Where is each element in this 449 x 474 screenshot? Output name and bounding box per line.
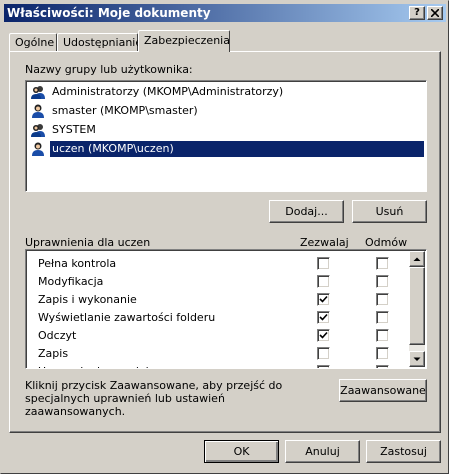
permission-name: Zapis <box>38 347 69 360</box>
tab-security[interactable]: Zabezpieczenia <box>138 30 230 52</box>
close-icon <box>430 8 440 18</box>
permissions-label: Uprawnienia dla uczen <box>25 236 151 249</box>
permission-row: Zapis i wykonanie <box>26 290 409 308</box>
deny-checkbox[interactable] <box>376 329 389 342</box>
permissions-scrollbar[interactable] <box>409 251 425 367</box>
permission-row: Odczyt <box>26 326 409 344</box>
arrow-up-icon <box>413 257 421 261</box>
window-title: Właściwości: Moje dokumenty <box>7 6 211 20</box>
permission-row: Pełna kontrola <box>26 254 409 272</box>
user-name: uczen (MKOMP\uczen) <box>50 141 424 157</box>
apply-button[interactable]: Zastosuj <box>366 440 441 463</box>
remove-button[interactable]: Usuń <box>352 200 427 223</box>
advanced-info-text: Kliknij przycisk Zaawansowane, aby przej… <box>25 379 283 418</box>
allow-checkbox[interactable] <box>317 311 330 324</box>
permissions-list[interactable]: Pełna kontrola Modyfikacja Zapis i wykonan… <box>25 249 427 369</box>
deny-header: Odmów <box>365 236 408 249</box>
title-bar[interactable]: Właściwości: Moje dokumenty ? <box>4 4 446 22</box>
permission-row: Zapis <box>26 344 409 362</box>
list-item-smaster[interactable]: smaster (MKOMP\smaster) <box>30 102 424 120</box>
user-icon <box>32 104 44 118</box>
permission-name: Pełna kontrola <box>38 257 117 270</box>
permission-name: Modyfikacja <box>38 275 104 288</box>
allow-checkbox[interactable] <box>317 347 330 360</box>
tab-general[interactable]: Ogólne <box>9 33 57 52</box>
tab-label: Zabezpieczenia <box>144 34 230 47</box>
deny-checkbox[interactable] <box>376 347 389 360</box>
deny-checkbox[interactable] <box>376 311 389 324</box>
deny-checkbox[interactable] <box>376 257 389 270</box>
allow-checkbox[interactable] <box>317 293 330 306</box>
add-button[interactable]: Dodaj... <box>269 200 344 223</box>
ok-button[interactable]: OK <box>204 440 279 463</box>
arrow-down-icon <box>413 357 421 361</box>
close-button[interactable] <box>427 6 443 20</box>
tab-label: Ogólne <box>15 36 55 49</box>
group-icon <box>31 124 45 137</box>
deny-checkbox[interactable] <box>376 293 389 306</box>
checkmark-icon <box>319 331 328 339</box>
cancel-button[interactable]: Anuluj <box>285 440 360 463</box>
checkmark-icon <box>319 295 328 303</box>
user-name: Administratorzy (MKOMP\Administratorzy) <box>52 85 284 98</box>
advanced-button[interactable]: Zaawansowane <box>339 379 427 402</box>
tab-label: Udostępnianie <box>63 36 143 49</box>
scroll-thumb[interactable] <box>409 267 425 345</box>
permission-name: Odczyt <box>38 329 77 342</box>
user-icon <box>32 142 44 156</box>
deny-checkbox[interactable] <box>376 275 389 288</box>
permission-row: Modyfikacja <box>26 272 409 290</box>
user-name: SYSTEM <box>52 123 96 136</box>
allow-checkbox[interactable] <box>317 365 330 368</box>
properties-dialog: Właściwości: Moje dokumenty ? Ogólne Udo… <box>0 0 449 474</box>
permission-row: Wyświetlanie zawartości folderu <box>26 308 409 326</box>
list-item-administrators[interactable]: Administratorzy (MKOMP\Administratorzy) <box>30 83 424 101</box>
permission-name: Zapis i wykonanie <box>38 293 137 306</box>
allow-checkbox[interactable] <box>317 257 330 270</box>
list-item-system[interactable]: SYSTEM <box>30 121 424 139</box>
users-label: Nazwy grupy lub użytkownika: <box>25 63 193 76</box>
scroll-down-button[interactable] <box>409 351 425 367</box>
group-icon <box>31 86 45 99</box>
permission-name: Uprawnienia specjalne <box>38 365 162 368</box>
scroll-up-button[interactable] <box>409 251 425 267</box>
user-name: smaster (MKOMP\smaster) <box>52 104 198 117</box>
checkmark-icon <box>319 313 328 321</box>
allow-header: Zezwalaj <box>300 236 349 249</box>
permission-row: Uprawnienia specjalne <box>26 362 409 368</box>
allow-checkbox[interactable] <box>317 329 330 342</box>
tab-sharing[interactable]: Udostępnianie <box>57 33 142 52</box>
allow-checkbox[interactable] <box>317 275 330 288</box>
list-item-uczen[interactable]: uczen (MKOMP\uczen) <box>30 140 424 158</box>
permission-name: Wyświetlanie zawartości folderu <box>38 311 216 324</box>
help-button[interactable]: ? <box>409 6 425 20</box>
users-listbox[interactable]: Administratorzy (MKOMP\Administratorzy) … <box>25 80 427 192</box>
deny-checkbox[interactable] <box>376 365 389 368</box>
